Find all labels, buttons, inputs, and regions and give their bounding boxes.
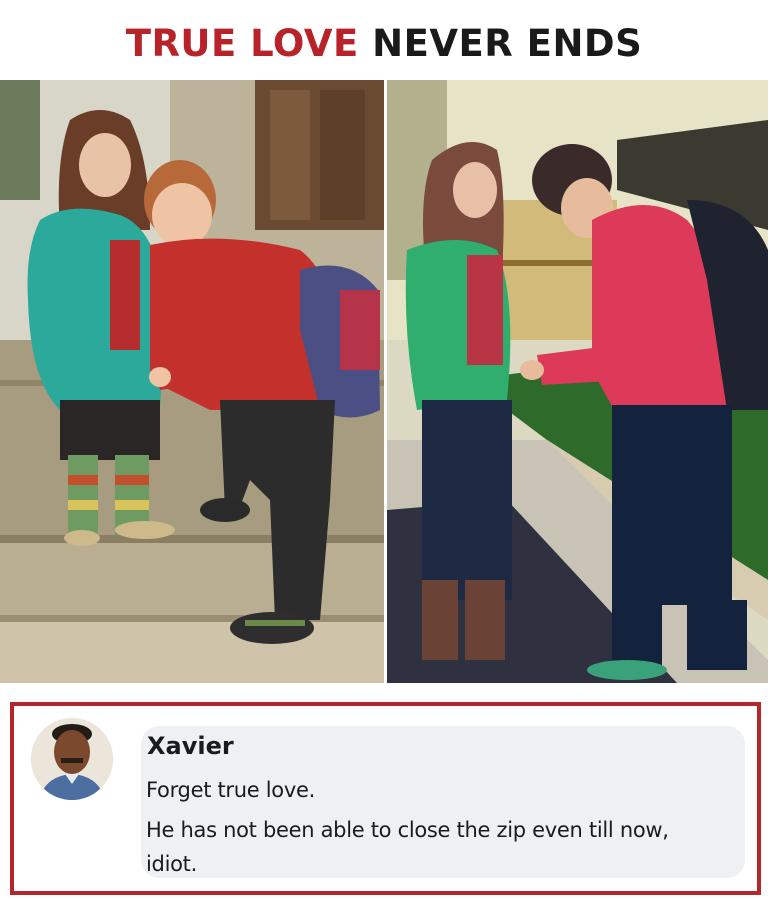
kids-scene-illustration	[0, 80, 384, 683]
title-rest: NEVER ENDS	[372, 22, 643, 65]
comment-text-line: idiot.	[146, 852, 197, 876]
profile-photo-icon	[31, 718, 113, 800]
teens-scene-illustration	[387, 80, 768, 683]
avatar[interactable]	[31, 718, 113, 800]
comment-card: Xavier Forget true love. He has not been…	[10, 702, 761, 895]
comment-text-line: He has not been able to close the zip ev…	[146, 818, 669, 842]
photo-kids	[0, 80, 384, 683]
comment-author[interactable]: Xavier	[147, 732, 234, 760]
meme-title: TRUE LOVE NEVER ENDS	[0, 14, 768, 74]
photo-teens	[387, 80, 768, 683]
title-highlight: TRUE LOVE	[125, 22, 359, 65]
comment-text-line: Forget true love.	[146, 778, 315, 802]
